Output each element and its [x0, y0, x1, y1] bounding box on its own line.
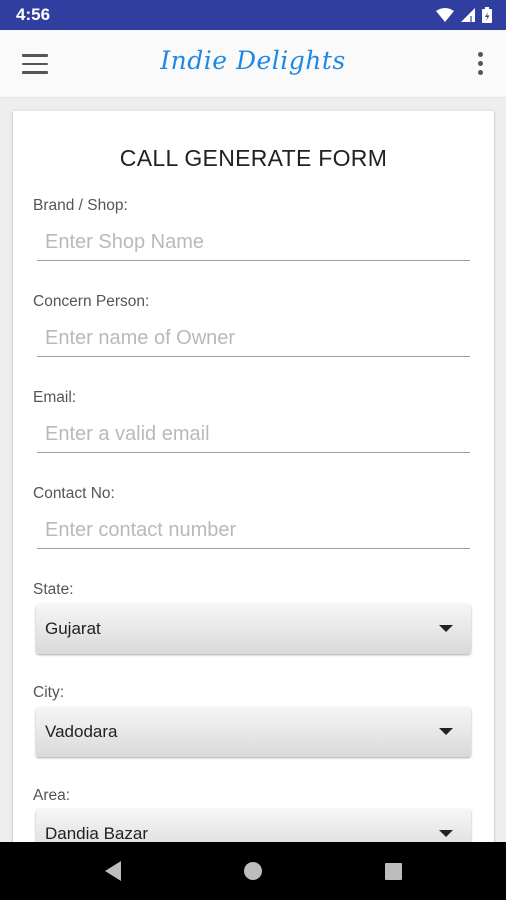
dropdown-arrow-icon	[439, 625, 453, 632]
home-icon[interactable]	[243, 860, 263, 882]
contact-number-input[interactable]	[37, 513, 470, 549]
email-input[interactable]	[37, 417, 470, 453]
dropdown-arrow-icon	[439, 830, 453, 837]
owner-name-input[interactable]	[37, 321, 470, 357]
back-icon[interactable]	[103, 860, 123, 882]
form-card: CALL GENERATE FORM Brand / Shop: Concern…	[13, 111, 494, 871]
battery-icon	[482, 7, 492, 23]
shop-name-input[interactable]	[37, 225, 470, 261]
email-label: Email:	[33, 389, 77, 406]
area-selected-value: Dandia Bazar	[45, 824, 149, 843]
status-bar: 4:56	[0, 0, 506, 30]
city-label: City:	[33, 684, 64, 701]
area-label: Area:	[33, 787, 71, 804]
status-icons	[436, 7, 492, 23]
signal-icon	[461, 8, 475, 22]
more-vert-icon[interactable]	[476, 52, 484, 78]
wifi-icon	[436, 8, 454, 22]
brand-label: Brand / Shop:	[33, 197, 128, 214]
city-selected-value: Vadodara	[45, 722, 118, 741]
city-dropdown[interactable]: Vadodara	[36, 707, 471, 757]
form-title: CALL GENERATE FORM	[119, 145, 388, 171]
recents-icon[interactable]	[384, 860, 404, 882]
state-selected-value: Gujarat	[45, 619, 101, 638]
contact-label: Contact No:	[33, 485, 115, 502]
status-time: 4:56	[16, 5, 51, 24]
app-bar: Indie Delights	[0, 30, 506, 98]
concern-person-label: Concern Person:	[33, 293, 150, 310]
app-logo: Indie Delights	[160, 46, 346, 75]
state-dropdown[interactable]: Gujarat	[36, 604, 471, 654]
navigation-bar	[0, 842, 506, 900]
dropdown-arrow-icon	[439, 728, 453, 735]
state-label: State:	[33, 581, 74, 598]
